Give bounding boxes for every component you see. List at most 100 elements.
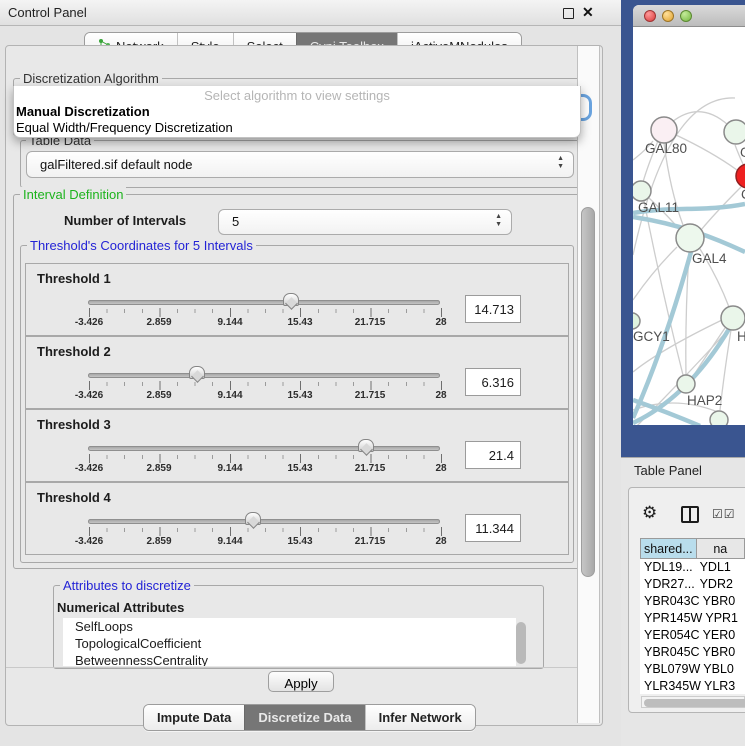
list-item-topologicalcoefficient[interactable]: TopologicalCoefficient [63,635,516,652]
table-row[interactable]: YLR345WYLR3 [640,678,745,694]
column-header-shared[interactable]: shared... [640,538,697,559]
separator [6,667,600,668]
threshold-1-slider[interactable] [88,300,440,305]
threshold-2-slider-thumb[interactable] [189,366,205,379]
tab-impute-data[interactable]: Impute Data [144,705,244,730]
node-gal4 [676,224,704,252]
tick-label: 28 [435,317,446,328]
numerical-attributes-list: SelfLoops TopologicalCoefficient Between… [63,618,516,666]
apply-button[interactable]: Apply [268,671,334,692]
network-canvas[interactable]: GAL80 GA C GAL11 GAL4 GCY1 H HAP2 [633,27,745,425]
label-partial-c: C [741,187,745,202]
gear-icon[interactable]: ⚙ [642,503,657,523]
tick-label: -3.426 [75,390,103,401]
tick-label: 28 [435,536,446,547]
tick-label: -3.426 [75,317,103,328]
label-gcy1: GCY1 [633,329,670,344]
tick-label: 28 [435,463,446,474]
label-hap2: HAP2 [687,393,722,408]
threshold-4-slider[interactable] [88,519,440,524]
threshold-3-slider[interactable] [88,446,440,451]
table-row[interactable]: YBR043CYBR0 [640,593,745,610]
close-icon[interactable]: ✕ [582,4,594,21]
attributes-list-scrollbar[interactable] [516,622,526,664]
node-partial-top-right [724,120,745,144]
tick-label: 21.715 [355,536,386,547]
spinner-stepper-icon[interactable]: ▲▼ [495,213,502,229]
close-traffic-light-icon[interactable] [644,10,656,22]
column-header-name[interactable]: na [697,538,745,559]
number-of-intervals-spinner[interactable]: 5 ▲▼ [218,209,512,235]
tick-label: 9.144 [217,317,242,328]
table-row[interactable]: YPR145WYPR1 [640,610,745,627]
thresholds-group-title: Threshold's Coordinates for 5 Intervals [27,238,256,253]
tick-label: 2.859 [146,463,171,474]
threshold-4-slider-thumb[interactable] [245,512,261,525]
tick-label: 2.859 [146,317,171,328]
control-panel-titlebar[interactable]: Control Panel [0,0,621,26]
tick-label: 28 [435,390,446,401]
discretization-algorithm-title: Discretization Algorithm [20,71,162,86]
table-row[interactable]: YBR045CYBR0 [640,644,745,661]
float-window-icon[interactable] [563,8,574,19]
network-node-labels: GAL80 GA C GAL11 GAL4 GCY1 H HAP2 [633,141,745,408]
algorithm-option-equal-width[interactable]: Equal Width/Frequency Discretization [16,120,233,135]
table-header-row: shared... na [640,538,745,559]
columns-icon[interactable] [681,506,699,523]
node-table: shared... na [640,538,745,559]
tick-label: 21.715 [355,317,386,328]
checkboxes-icon[interactable]: ☑☑ [712,507,736,521]
label-partial-g: GA [740,145,745,160]
label-h: H [737,329,745,344]
node-gcy1 [633,313,640,329]
threshold-3-value-field[interactable]: 21.4 [465,441,521,469]
table-row[interactable]: YDL19...YDL1 [640,559,745,576]
table-data-combo[interactable]: galFiltered.sif default node ▲▼ [26,151,574,178]
combo-stepper-icon[interactable]: ▲▼ [557,155,564,171]
threshold-1-value-field[interactable]: 14.713 [465,295,521,323]
table-data-combo-value: galFiltered.sif default node [40,152,192,177]
algorithm-option-manual[interactable]: Manual Discretization [16,104,150,119]
number-of-intervals-value: 5 [232,210,239,234]
cyni-bottom-tabs: Impute Data Discretize Data Infer Networ… [143,704,476,731]
table-row[interactable]: YER054CYER0 [640,627,745,644]
numerical-attributes-label: Numerical Attributes [57,600,184,615]
threshold-1-slider-thumb[interactable] [283,293,299,306]
tick-label: 15.43 [287,536,312,547]
minimize-traffic-light-icon[interactable] [662,10,674,22]
list-item-betweennesscentrality[interactable]: BetweennessCentrality [63,652,516,666]
table-horizontal-scrollbar-thumb[interactable] [644,699,745,707]
algorithm-hint-item[interactable]: Select algorithm to view settings [14,88,580,103]
tick-label: 9.144 [217,536,242,547]
threshold-2-slider[interactable] [88,373,440,378]
zoom-traffic-light-icon[interactable] [680,10,692,22]
tick-label: 15.43 [287,317,312,328]
tick-label: 15.43 [287,390,312,401]
threshold-1-panel: Threshold 1 -3.426 2.859 9.144 15.43 21.… [25,263,569,336]
algorithm-dropdown-popup: Select algorithm to view settings Manual… [13,86,581,138]
threshold-3-panel: Threshold 3 -3.426 2.859 9.144 15.43 21.… [25,409,569,482]
table-row[interactable]: YBL079WYBL0 [640,661,745,678]
table-horizontal-scrollbar[interactable] [641,696,745,708]
network-graph: GAL80 GA C GAL11 GAL4 GCY1 H HAP2 [633,27,745,425]
tab-infer-network[interactable]: Infer Network [365,705,475,730]
node-h [721,306,745,330]
threshold-4-value-field[interactable]: 11.344 [465,514,521,542]
control-panel-title: Control Panel [8,5,87,20]
tick-label: 2.859 [146,536,171,547]
table-row[interactable]: YDR27...YDR2 [640,576,745,593]
interval-definition-title: Interval Definition [20,187,126,202]
panel-scrollbar-thumb[interactable] [581,207,595,577]
threshold-2-panel: Threshold 2 -3.426 2.859 9.144 15.43 21.… [25,336,569,409]
tick-label: -3.426 [75,463,103,474]
threshold-3-slider-thumb[interactable] [358,439,374,452]
tick-label: 21.715 [355,463,386,474]
threshold-2-value-field[interactable]: 6.316 [465,368,521,396]
threshold-4-label: Threshold 4 [37,490,111,505]
list-item-selfloops[interactable]: SelfLoops [63,618,516,635]
tick-label: -3.426 [75,536,103,547]
network-window-titlebar[interactable] [633,5,745,27]
threshold-4-panel: Threshold 4 -3.426 2.859 9.144 15.43 21.… [25,482,569,555]
tab-discretize-data[interactable]: Discretize Data [244,705,364,730]
tick-label: 15.43 [287,463,312,474]
